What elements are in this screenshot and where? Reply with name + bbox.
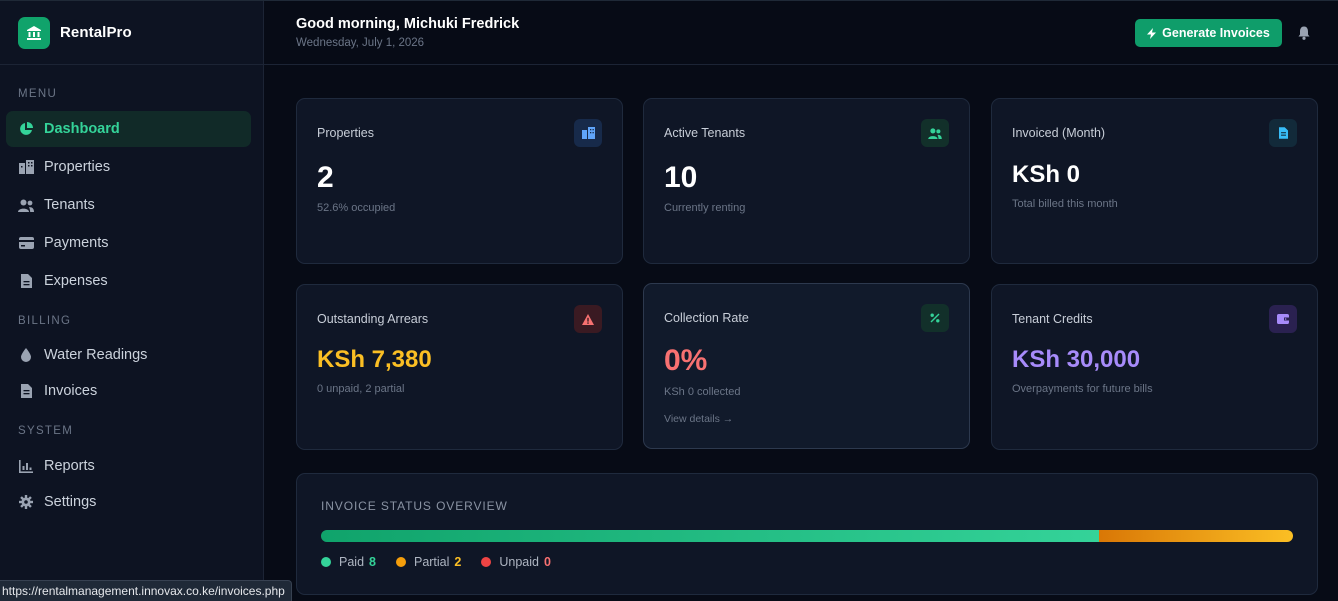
sidebar-item-settings[interactable]: Settings	[6, 484, 251, 520]
card-value: KSh 7,380	[317, 346, 432, 373]
card-subtitle: 52.6% occupied	[317, 202, 396, 214]
document-icon	[1269, 119, 1297, 147]
card-title: Active Tenants	[664, 126, 746, 140]
droplet-icon	[18, 347, 34, 363]
card-title: Tenant Credits	[1012, 312, 1093, 326]
credit-card-icon	[18, 235, 34, 251]
building-icon	[18, 159, 34, 175]
sidebar-item-label: Properties	[44, 159, 111, 175]
bank-icon	[18, 16, 50, 49]
status-progress-bar	[321, 530, 1293, 542]
app-root: RentalPro MENU Dashboard Properties Tena…	[0, 0, 1338, 601]
legend-dot	[481, 557, 492, 567]
legend-item-paid: Paid 8	[321, 555, 376, 569]
warning-icon	[574, 305, 602, 333]
sidebar-item-label: Dashboard	[44, 121, 120, 137]
browser-status-url: https://rentalmanagement.innovax.co.ke/i…	[0, 580, 292, 601]
sidebar-item-label: Expenses	[44, 273, 108, 289]
sidebar-item-invoices[interactable]: Invoices	[6, 373, 251, 409]
card-invoiced-month[interactable]: Invoiced (Month) KSh 0 Total billed this…	[991, 98, 1318, 264]
invoice-status-overview: INVOICE STATUS OVERVIEW Paid 8 Partial 2…	[296, 473, 1318, 595]
card-title: Collection Rate	[664, 311, 749, 325]
bar-segment-partial	[1098, 530, 1293, 542]
card-subtitle: Total billed this month	[1012, 198, 1118, 210]
sidebar-item-label: Tenants	[44, 197, 95, 213]
brand-name: RentalPro	[60, 24, 132, 41]
lightning-icon	[1147, 27, 1157, 39]
sidebar-item-water-readings[interactable]: Water Readings	[6, 337, 251, 373]
legend-label: Unpaid	[499, 555, 539, 569]
card-active-tenants[interactable]: Active Tenants 10 Currently renting	[643, 98, 970, 264]
legend-count: 0	[544, 555, 551, 569]
section-label-system: SYSTEM	[18, 425, 74, 437]
sidebar-item-dashboard[interactable]: Dashboard	[6, 111, 251, 147]
sidebar-item-label: Invoices	[44, 383, 98, 399]
card-tenant-credits[interactable]: Tenant Credits KSh 30,000 Overpayments f…	[991, 284, 1318, 450]
card-subtitle: Overpayments for future bills	[1012, 383, 1153, 395]
percent-icon	[921, 304, 949, 332]
sidebar-item-label: Payments	[44, 235, 109, 251]
bar-segment-paid	[321, 530, 1099, 542]
users-icon	[921, 119, 949, 147]
sidebar-item-label: Reports	[44, 458, 95, 474]
overview-title: INVOICE STATUS OVERVIEW	[321, 499, 508, 513]
sidebar-item-expenses[interactable]: Expenses	[6, 263, 251, 299]
current-date: Wednesday, July 1, 2026	[296, 37, 425, 49]
section-label-billing: BILLING	[18, 315, 72, 327]
section-label-menu: MENU	[18, 88, 58, 100]
card-title: Invoiced (Month)	[1012, 126, 1106, 140]
legend-label: Paid	[339, 555, 365, 569]
card-value: 10	[664, 161, 698, 194]
card-subtitle: Currently renting	[664, 202, 746, 214]
legend-dot	[321, 557, 331, 567]
card-title: Outstanding Arrears	[317, 312, 429, 326]
card-properties[interactable]: Properties 2 52.6% occupied	[296, 98, 623, 264]
card-value: 0%	[664, 344, 708, 377]
wallet-icon	[1269, 305, 1297, 333]
legend-label: Partial	[413, 555, 450, 569]
legend-item-unpaid: Unpaid 0	[481, 555, 551, 569]
legend-dot	[395, 557, 406, 567]
bar-chart-icon	[18, 458, 34, 474]
legend-count: 8	[369, 555, 376, 569]
sidebar-item-tenants[interactable]: Tenants	[6, 187, 251, 223]
card-subtitle: KSh 0 collected	[664, 386, 741, 398]
card-title: Properties	[317, 126, 374, 140]
legend-item-partial: Partial 2	[395, 555, 462, 569]
generate-invoices-button[interactable]: Generate Invoices	[1135, 19, 1282, 47]
sidebar-item-label: Water Readings	[44, 347, 148, 363]
card-value: KSh 0	[1012, 161, 1081, 188]
card-outstanding-arrears[interactable]: Outstanding Arrears KSh 7,380 0 unpaid, …	[296, 284, 623, 450]
sidebar-item-reports[interactable]: Reports	[6, 448, 251, 484]
status-legend: Paid 8 Partial 2 Unpaid 0	[321, 555, 571, 569]
sidebar-item-payments[interactable]: Payments	[6, 225, 251, 261]
sidebar: RentalPro MENU Dashboard Properties Tena…	[0, 1, 264, 601]
card-collection-rate[interactable]: Collection Rate 0% KSh 0 collected View …	[643, 283, 970, 449]
building-icon	[574, 119, 602, 147]
file-icon	[18, 273, 34, 289]
brand[interactable]: RentalPro	[0, 1, 263, 65]
card-value: KSh 30,000	[1012, 346, 1141, 373]
greeting: Good morning, Michuki Fredrick	[296, 16, 520, 32]
card-subtitle: 0 unpaid, 2 partial	[317, 383, 405, 395]
gear-icon	[18, 494, 34, 510]
card-value: 2	[317, 161, 334, 194]
sidebar-item-label: Settings	[44, 494, 97, 510]
users-icon	[18, 197, 34, 213]
view-details-link[interactable]: View details →	[664, 413, 733, 425]
document-icon	[18, 383, 34, 399]
legend-count: 2	[454, 555, 462, 569]
bell-icon[interactable]	[1296, 25, 1312, 41]
sidebar-item-properties[interactable]: Properties	[6, 149, 251, 185]
pie-chart-icon	[18, 121, 34, 137]
generate-invoices-label: Generate Invoices	[1162, 26, 1270, 40]
top-header: Good morning, Michuki Fredrick Wednesday…	[264, 1, 1338, 65]
